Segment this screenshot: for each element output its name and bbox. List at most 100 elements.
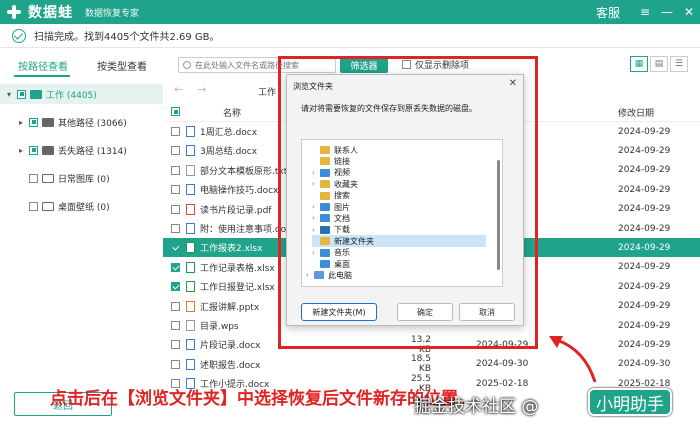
sidebar-item-label: 其他路径 (3066) [58,118,127,129]
search-icon [183,61,191,69]
file-date: 2025-02-18 [476,378,529,389]
file-doc-icon [186,184,195,196]
annotation-arrow-icon [549,336,597,383]
watermark-badge: 小明助手 [588,388,672,416]
file-name: 片段记录.docx [200,341,261,352]
file-name: 读书片段记录.pdf [200,205,272,216]
annotation-text: 点击后在【浏览文件夹】中选择恢复后文件新存的位置。 [50,389,475,409]
row-checkbox[interactable] [171,165,180,175]
row-checkbox[interactable] [171,340,180,350]
close-icon[interactable]: ✕ [678,0,700,24]
file-doc-icon [186,358,195,370]
file-name: 目录.wps [200,322,239,332]
watermark-text: 掘金技术社区 @ [414,397,539,417]
row-checkbox[interactable] [171,301,180,311]
file-name: 述职报告.docx [200,360,261,371]
row-checkbox[interactable] [171,146,180,156]
row-checkbox[interactable] [171,185,180,195]
file-modified: 2024-09-29 [618,184,671,195]
file-doc-icon [186,145,195,157]
view-mode-buttons: ▦ ▤ ☰ [630,56,688,72]
file-name: 工作报表2.xlsx [200,244,263,255]
check-circle-icon [12,28,26,43]
grid-view-icon[interactable]: ▦ [630,56,648,72]
sidebar-item-other-paths[interactable]: ▸ 其他路径 (3066) [16,112,127,132]
file-modified: 2024-09-29 [618,262,671,273]
row-checkbox[interactable] [171,127,180,136]
detail-view-icon[interactable]: ☰ [670,56,688,72]
file-modified: 2024-09-30 [618,359,671,370]
folder-icon [42,201,54,211]
file-modified: 2024-09-29 [618,339,671,350]
file-xls-icon [186,281,195,293]
file-modified: 2024-09-29 [618,301,671,312]
select-all-checkbox[interactable] [171,107,180,116]
logo-cross-icon [6,4,22,20]
file-date: 2024-09-30 [476,359,529,370]
row-checkbox[interactable] [171,262,180,272]
file-modified: 2024-09-29 [618,145,671,156]
file-name: 3周总结.docx [200,147,258,158]
sidebar-item-lost-paths[interactable]: ▸ 丢失路径 (1314) [16,140,127,160]
customer-service-link[interactable]: 客服 [596,4,620,21]
file-pdf-icon [186,203,195,215]
nav-arrows: ← → [174,83,206,96]
app-logo: 数据蛙 [6,2,73,22]
folder-icon [30,89,42,99]
file-name: 1周汇总.docx [200,128,258,138]
sidebar-checkbox[interactable] [29,145,38,155]
sidebar-item-label: 丢失路径 (1314) [58,146,127,157]
row-checkbox[interactable] [171,243,180,253]
file-txt-icon [186,164,195,176]
file-name: 汇报讲解.pptx [200,302,260,313]
forward-arrow-icon[interactable]: → [197,83,206,96]
caret-right-icon[interactable]: ▸ [16,118,26,127]
column-name[interactable]: 名称 [223,106,241,119]
row-checkbox[interactable] [171,321,180,330]
column-modified[interactable]: 修改日期 [618,106,654,119]
row-checkbox[interactable] [171,282,180,292]
app-name: 数据蛙 [28,5,73,21]
sidebar-item-daily-gallery[interactable]: 日常图库 (0) [16,168,110,188]
scan-status-bar: 扫描完成。找到4405个文件共2.69 GB。 [0,24,700,48]
file-doc-icon [186,126,195,137]
sidebar-checkbox[interactable] [29,117,38,127]
sidebar-checkbox[interactable] [17,89,26,99]
file-modified: 2024-09-29 [618,320,671,331]
sidebar-item-work[interactable]: ▾ 工作 (4405) [0,84,163,104]
folder-icon [42,145,54,155]
folder-icon [42,117,54,127]
sidebar-checkbox[interactable] [29,201,38,211]
highlight-box [278,56,538,349]
row-checkbox[interactable] [171,224,180,233]
menu-icon[interactable]: ≡ [634,0,656,24]
file-name: 部分文本模板原形.txt [200,166,288,177]
file-ppt-icon [186,300,195,312]
row-checkbox[interactable] [171,204,180,214]
row-checkbox[interactable] [171,359,180,369]
file-modified: 2024-09-29 [618,242,671,253]
tab-by-type[interactable]: 按类型查看 [97,58,147,73]
active-tab-indicator [14,75,70,77]
sidebar-item-desktop-wallpaper[interactable]: 桌面壁纸 (0) [16,196,110,216]
tab-by-path[interactable]: 按路径查看 [18,58,68,73]
file-modified: 2024-09-29 [618,223,671,234]
scan-status-text: 扫描完成。找到4405个文件共2.69 GB。 [34,32,220,43]
file-modified: 2024-09-29 [618,165,671,176]
sidebar-item-label: 工作 (4405) [46,90,97,101]
minimize-icon[interactable]: — [656,0,678,24]
file-size: 18.5 KB [410,354,431,375]
caret-right-icon[interactable]: ▸ [16,146,26,155]
list-view-icon[interactable]: ▤ [650,56,668,72]
sidebar: ▾ 工作 (4405) ▸ 其他路径 (3066) ▸ 丢失路径 (1314) … [0,80,163,380]
caret-down-icon[interactable]: ▾ [4,90,14,99]
breadcrumb[interactable]: 工作 [258,85,276,98]
back-arrow-icon[interactable]: ← [174,83,183,96]
file-doc-icon [186,339,195,351]
sidebar-checkbox[interactable] [29,173,38,183]
table-row[interactable]: 述职报告.docx 18.5 KB 2024-09-30 2024-09-30 [163,354,700,375]
file-xls-icon [186,261,195,273]
file-name: 电脑操作技巧.docx [200,186,279,197]
folder-icon [42,173,54,183]
file-wps-icon [186,320,195,331]
